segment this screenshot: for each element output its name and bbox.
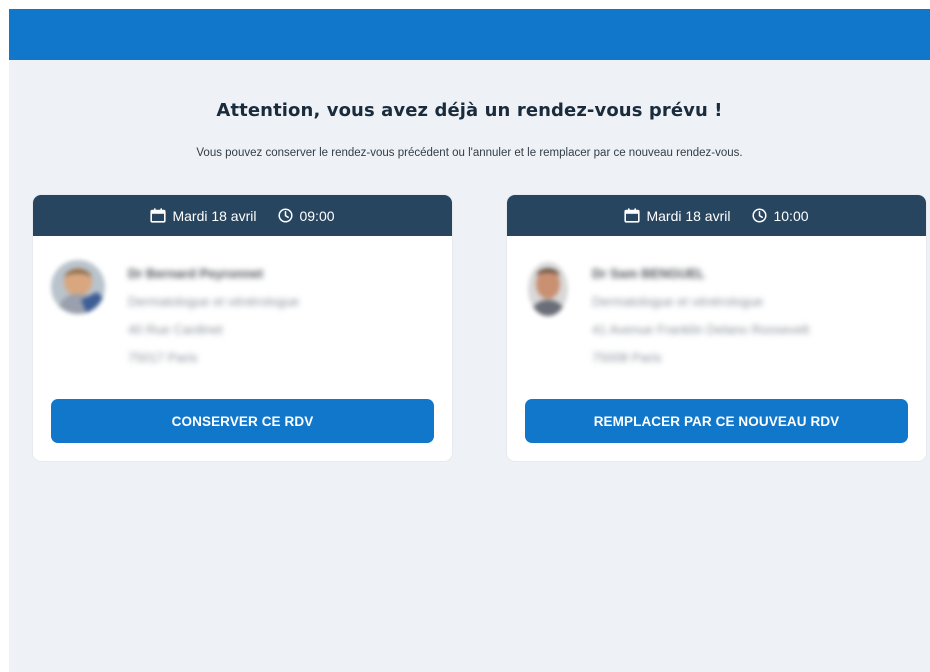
doctor-specialty: Dermatologue et vénérologue (592, 294, 764, 309)
doctor-address: 41 Avenue Franklin Delano Roosevelt (592, 322, 810, 337)
existing-appointment-card: Mardi 18 avril 09:00 Dr Bernard Peyronne… (33, 195, 452, 461)
doctor-info: Dr Bernard Peyronnet Dermatologue et vén… (128, 260, 299, 372)
calendar-icon (624, 208, 641, 223)
appointment-date-text: Mardi 18 avril (646, 207, 731, 224)
doctor-address: 40 Rue Cardinet (128, 322, 223, 337)
doctor-info: Dr Sam BENGUEL Dermatologue et vénérolog… (592, 260, 809, 372)
new-appointment-card: Mardi 18 avril 10:00 Dr Sam BENGUEL Derm… (507, 195, 926, 461)
doctor-specialty: Dermatologue et vénérologue (128, 294, 300, 309)
appointment-time-text: 09:00 (299, 207, 335, 224)
appointment-header: Mardi 18 avril 10:00 (507, 195, 926, 236)
page-title: Attention, vous avez déjà un rendez-vous… (216, 100, 723, 121)
page-subtitle: Vous pouvez conserver le rendez-vous pré… (196, 147, 743, 159)
keep-appointment-button[interactable]: CONSERVER CE RDV (51, 399, 434, 443)
doctor-avatar (51, 260, 105, 314)
doctor-name: Dr Bernard Peyronnet (128, 266, 264, 281)
clock-icon (752, 208, 768, 223)
appointment-header: Mardi 18 avril 09:00 (33, 195, 452, 236)
calendar-icon (150, 208, 167, 223)
appointment-body: Dr Bernard Peyronnet Dermatologue et vén… (33, 236, 452, 461)
doctor-city: 75017 Paris (128, 350, 198, 365)
appointment-time-text: 10:00 (773, 207, 809, 224)
appointment-date-text: Mardi 18 avril (172, 207, 257, 224)
doctor-name: Dr Sam BENGUEL (592, 266, 705, 281)
clock-icon (278, 208, 294, 223)
appointment-time: 10:00 (752, 207, 809, 224)
doctor-city: 75008 Paris (592, 350, 662, 365)
appointment-time: 09:00 (278, 207, 335, 224)
doctor-avatar (528, 262, 568, 316)
page-frame: Attention, vous avez déjà un rendez-vous… (9, 9, 930, 672)
top-bar (9, 9, 930, 60)
replace-appointment-button[interactable]: REMPLACER PAR CE NOUVEAU RDV (525, 399, 908, 443)
appointment-date: Mardi 18 avril (624, 208, 730, 224)
appointment-date: Mardi 18 avril (150, 208, 256, 224)
appointment-body: Dr Sam BENGUEL Dermatologue et vénérolog… (507, 236, 926, 461)
